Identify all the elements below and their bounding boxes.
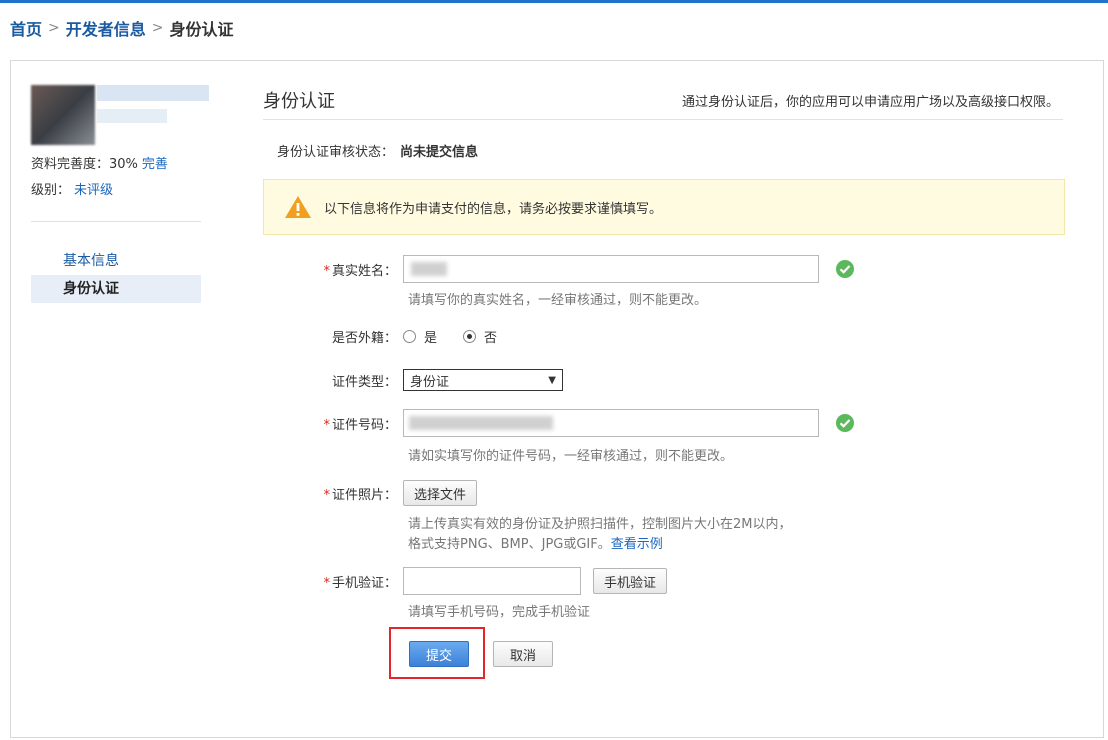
- phone-input[interactable]: [403, 567, 581, 595]
- phone-label: * 手机验证：: [323, 575, 397, 591]
- id-type-row: 证件类型： 身份证 ▼: [263, 369, 563, 391]
- foreign-label: 是否外籍：: [331, 331, 397, 346]
- status-value: 尚未提交信息: [400, 145, 479, 160]
- id-type-value: 身份证: [410, 374, 450, 390]
- title-divider: [263, 119, 1063, 120]
- level-value[interactable]: 未评级: [74, 183, 113, 198]
- id-number-label: * 证件号码：: [323, 417, 397, 433]
- choose-file-button[interactable]: 选择文件: [403, 480, 478, 506]
- view-example-link[interactable]: 查看示例: [611, 537, 663, 552]
- submit-button[interactable]: 提交: [409, 641, 469, 667]
- real-name-label: * 真实姓名：: [323, 263, 397, 279]
- id-number-row: * 证件号码：: [263, 409, 855, 437]
- sidebar-divider: [31, 221, 201, 222]
- profile-completion: 资料完善度：30% 完善: [31, 153, 168, 172]
- sidebar-item-basic-info[interactable]: 基本信息: [31, 247, 201, 275]
- breadcrumb-developer[interactable]: 开发者信息: [66, 16, 146, 40]
- real-name-hint: 请填写你的真实姓名，一经审核通过，则不能更改。: [408, 293, 708, 308]
- sidebar-item-identity[interactable]: 身份认证: [31, 275, 201, 303]
- id-photo-hint-line2: 格式支持PNG、BMP、JPG或GIF。查看示例: [408, 537, 663, 552]
- page-note: 通过身份认证后，你的应用可以申请应用广场以及高级接口权限。: [681, 95, 1059, 110]
- warning-icon: [285, 196, 311, 218]
- cancel-button[interactable]: 取消: [493, 641, 553, 667]
- real-name-row: * 真实姓名：: [263, 255, 855, 283]
- id-type-select[interactable]: 身份证 ▼: [403, 369, 563, 391]
- real-name-input[interactable]: [403, 255, 819, 283]
- breadcrumb-current: 身份认证: [169, 20, 234, 39]
- foreign-no-radio[interactable]: 否: [463, 327, 497, 346]
- account-id-redacted: [97, 109, 167, 123]
- breadcrumb-separator: >: [48, 20, 60, 36]
- content-panel: 资料完善度：30% 完善 级别： 未评级 基本信息 身份认证 身份认证 通过身份认证…: [10, 60, 1104, 738]
- foreign-yes-radio[interactable]: 是: [403, 327, 437, 346]
- sidebar-nav: 基本信息 身份认证: [31, 247, 201, 303]
- radio-dot-selected: [463, 330, 477, 343]
- check-circle-icon: [836, 260, 854, 278]
- id-photo-row: * 证件照片： 选择文件: [263, 480, 478, 506]
- id-number-hint: 请如实填写你的证件号码，一经审核通过，则不能更改。: [408, 449, 734, 464]
- breadcrumb-separator: >: [151, 20, 164, 36]
- level-label: 级别：: [31, 183, 71, 198]
- redacted-name: [411, 262, 447, 276]
- avatar: [31, 85, 95, 145]
- id-photo-label: * 证件照片：: [323, 487, 397, 503]
- breadcrumb-home[interactable]: 首页: [10, 16, 42, 40]
- verification-status: 身份认证审核状态： 尚未提交信息: [277, 141, 478, 160]
- warning-notice: 以下信息将作为申请支付的信息，请务必按要求谨慎填写。: [263, 179, 1065, 235]
- phone-hint: 请填写手机号码，完成手机验证: [408, 605, 591, 620]
- id-photo-hint-line1: 请上传真实有效的身份证及护照扫描件，控制图片大小在2M以内，: [408, 517, 792, 532]
- account-name-redacted: [97, 85, 209, 101]
- notice-text: 以下信息将作为申请支付的信息，请务必按要求谨慎填写。: [324, 201, 663, 217]
- foreign-row: 是否外籍： 是 否: [263, 327, 523, 346]
- id-type-label: 证件类型：: [331, 374, 397, 390]
- caret-down-icon: ▼: [548, 374, 556, 386]
- phone-row: * 手机验证： 手机验证: [263, 567, 668, 595]
- status-label: 身份认证审核状态：: [277, 145, 395, 160]
- page-title: 身份认证: [263, 91, 335, 112]
- profile-completion-label: 资料完善度：: [31, 157, 110, 172]
- profile-completion-value: 30%: [109, 157, 138, 172]
- top-accent-bar: [0, 0, 1108, 3]
- redacted-id-number: [409, 416, 553, 430]
- breadcrumb: 首页 > 开发者信息 > 身份认证: [10, 16, 234, 40]
- account-level: 级别： 未评级: [31, 179, 113, 198]
- radio-dot: [403, 330, 416, 343]
- check-circle-icon: [836, 414, 854, 432]
- phone-verify-button[interactable]: 手机验证: [593, 568, 668, 594]
- complete-profile-link[interactable]: 完善: [142, 157, 168, 172]
